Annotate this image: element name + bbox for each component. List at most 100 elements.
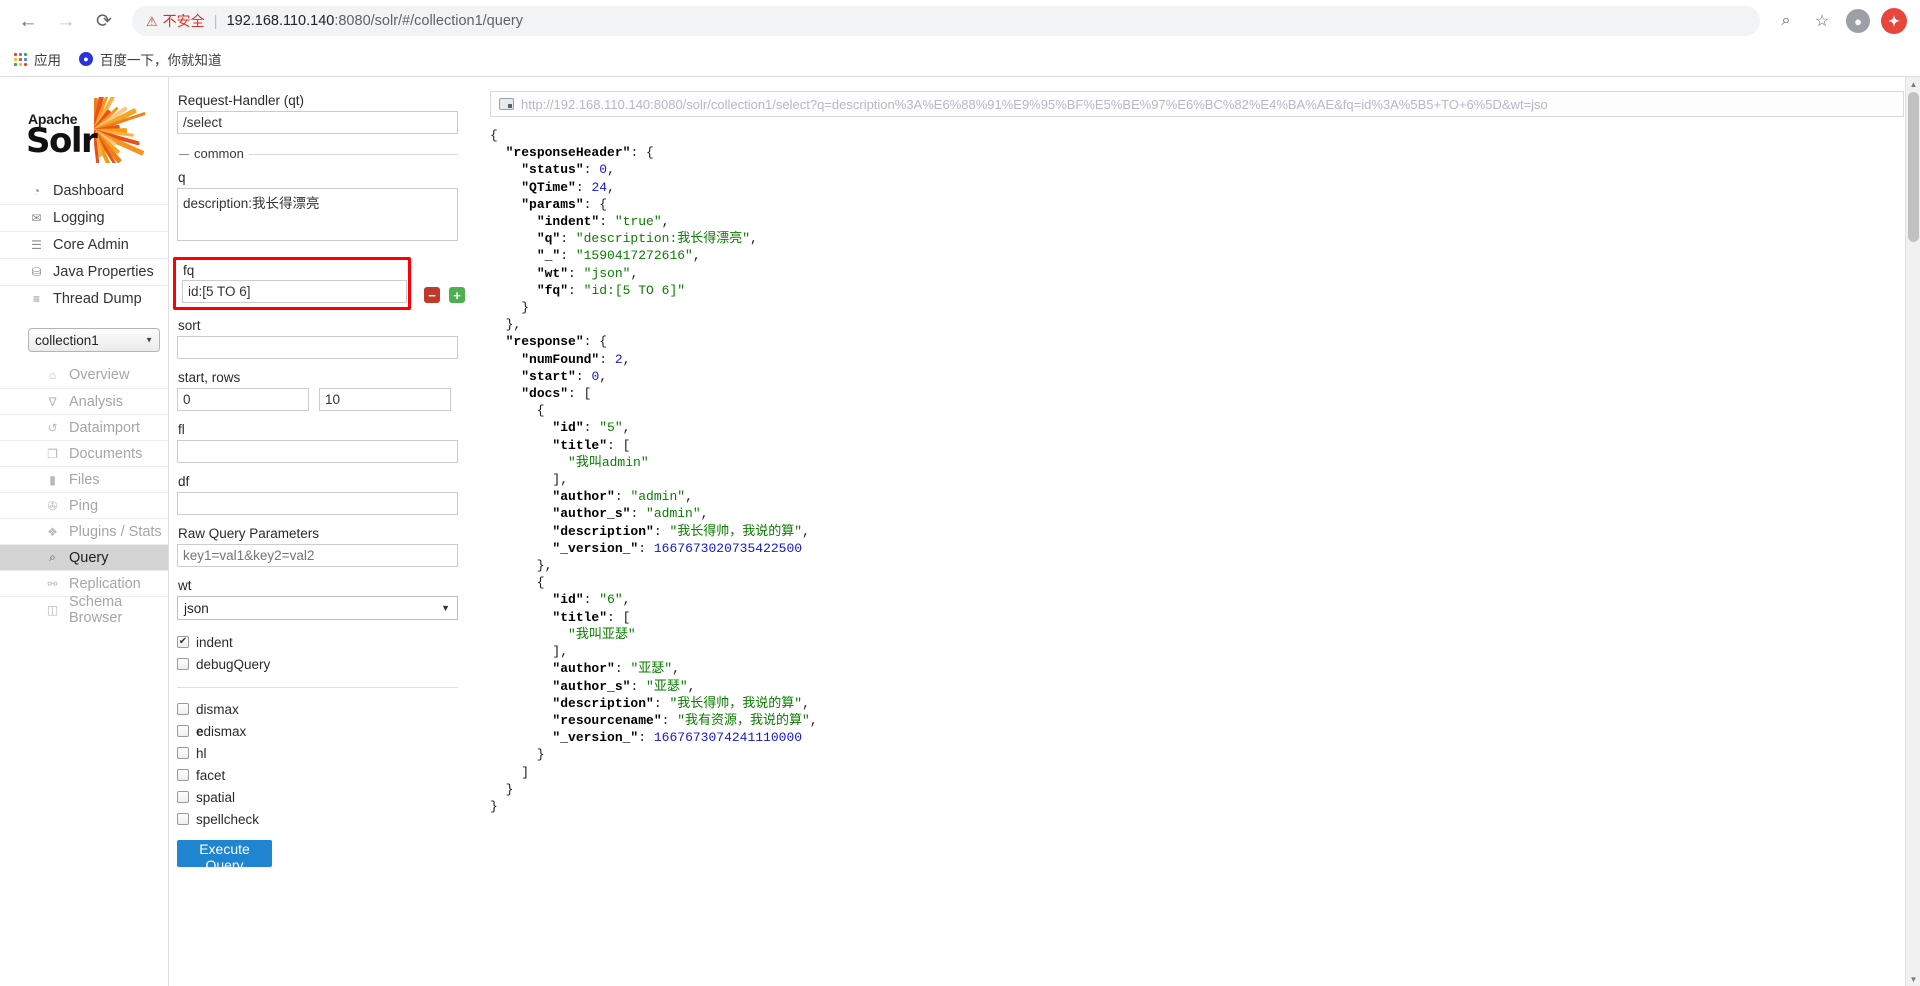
execute-query-button[interactable]: Execute Query xyxy=(177,840,272,873)
sidebar-item-files[interactable]: ▮ Files xyxy=(0,466,168,492)
sidebar-item-dataimport[interactable]: ↺ Dataimport xyxy=(0,414,168,440)
url-path: :8080/solr/#/collection1/query xyxy=(334,13,523,29)
fl-input[interactable] xyxy=(177,440,458,463)
ping-icon: ✇ xyxy=(47,498,58,513)
scroll-up-arrow[interactable]: ▲ xyxy=(1906,77,1920,92)
checkbox-facet[interactable]: facet xyxy=(177,764,458,786)
checkbox-box-icon[interactable]: ✔ xyxy=(177,636,189,648)
result-url-text: http://192.168.110.140:8080/solr/collect… xyxy=(521,96,1548,112)
checkbox-spellcheck[interactable]: spellcheck xyxy=(177,808,458,830)
wt-select[interactable]: json ▼ xyxy=(177,596,458,620)
checkbox-box-icon[interactable] xyxy=(177,725,189,737)
query-form-panel: Request-Handler (qt) — common q fq − + s… xyxy=(168,77,474,986)
page-content: Apache Solr ◔ Dashboard ✉ Logging ☰ Core Admi… xyxy=(0,76,1920,986)
collection-select[interactable]: collection1 ▼ xyxy=(28,328,160,352)
df-label: df xyxy=(178,474,190,489)
request-handler-field: Request-Handler (qt) xyxy=(177,93,458,134)
checkbox-indent[interactable]: ✔ indent xyxy=(177,631,458,653)
sidebar-item-label: Plugins / Stats xyxy=(69,523,162,540)
sort-field: sort xyxy=(177,318,458,359)
sort-input[interactable] xyxy=(177,336,458,359)
sidebar-item-query[interactable]: ⌕ Query xyxy=(0,544,168,570)
fq-remove-button[interactable]: − xyxy=(424,287,440,303)
fl-label: fl xyxy=(178,422,185,437)
fq-field-highlighted: fq − + xyxy=(173,257,465,310)
scroll-thumb[interactable] xyxy=(1908,92,1919,242)
request-handler-input[interactable] xyxy=(177,111,458,134)
solr-logo[interactable]: Apache Solr xyxy=(18,95,168,171)
df-input[interactable] xyxy=(177,492,458,515)
browser-toolbar: ← → ⟳ ⚠ 不安全 | 192.168.110.140:8080/solr/… xyxy=(0,0,1920,42)
sidebar-item-replication[interactable]: ⚯ Replication xyxy=(0,570,168,596)
sidebar-item-label: Dataimport xyxy=(69,419,140,436)
solr-sidebar: Apache Solr ◔ Dashboard ✉ Logging ☰ Core Admi… xyxy=(0,77,168,986)
address-bar[interactable]: ⚠ 不安全 | 192.168.110.140:8080/solr/#/coll… xyxy=(132,6,1760,36)
documents-icon: ❐ xyxy=(47,446,58,461)
sort-label: sort xyxy=(178,318,201,333)
checkbox-dismax[interactable]: dismax xyxy=(177,698,458,720)
back-button[interactable]: ← xyxy=(10,3,46,39)
result-url-bar[interactable]: http://192.168.110.140:8080/solr/collect… xyxy=(490,91,1904,117)
rows-input[interactable] xyxy=(319,388,451,411)
sidebar-item-schema-browser[interactable]: ◫ Schema Browser xyxy=(0,594,168,626)
checkbox-box-icon[interactable] xyxy=(177,813,189,825)
checkbox-box-icon[interactable] xyxy=(177,747,189,759)
reload-button[interactable]: ⟳ xyxy=(86,3,122,39)
sidebar-item-plugins-stats[interactable]: ❖ Plugins / Stats xyxy=(0,518,168,544)
sidebar-item-dashboard[interactable]: ◔ Dashboard xyxy=(0,177,168,204)
checkbox-label: debugQuery xyxy=(196,656,271,672)
checkbox-box-icon[interactable] xyxy=(177,769,189,781)
forward-button[interactable]: → xyxy=(48,3,84,39)
fq-input[interactable] xyxy=(182,280,407,303)
sidebar-item-documents[interactable]: ❐ Documents xyxy=(0,440,168,466)
fq-label: fq xyxy=(183,263,195,278)
checkbox-debugquery[interactable]: debugQuery xyxy=(177,653,458,675)
sidebar-item-label: Core Admin xyxy=(53,237,129,253)
browser-chrome: ← → ⟳ ⚠ 不安全 | 192.168.110.140:8080/solr/… xyxy=(0,0,1920,76)
sidebar-item-analysis[interactable]: ∇ Analysis xyxy=(0,388,168,414)
chevron-down-icon: ▼ xyxy=(145,335,153,345)
sidebar-top-nav: ◔ Dashboard ✉ Logging ☰ Core Admin ⛁ Java Prope… xyxy=(0,177,168,312)
checkbox-label: spellcheck xyxy=(196,811,260,827)
page-scrollbar[interactable]: ▲ ▼ xyxy=(1905,77,1920,986)
apps-grid-icon xyxy=(14,52,27,66)
sidebar-item-ping[interactable]: ✇ Ping xyxy=(0,492,168,518)
bookmarks-bar: 应用 ● 百度一下，你就知道 xyxy=(0,42,1920,76)
fq-add-button[interactable]: + xyxy=(449,287,465,303)
sidebar-item-core-admin[interactable]: ☰ Core Admin xyxy=(0,231,168,258)
bookmark-baidu[interactable]: ● 百度一下，你就知道 xyxy=(79,49,222,69)
zoom-search-icon[interactable]: ⌕ xyxy=(1770,5,1802,37)
fl-field: fl xyxy=(177,422,458,463)
analysis-icon: ∇ xyxy=(48,394,57,409)
common-fieldset-legend: — common xyxy=(177,146,458,161)
bookmark-star-icon[interactable]: ☆ xyxy=(1806,5,1838,37)
solr-sunburst-icon xyxy=(94,97,166,163)
sidebar-item-label: Query xyxy=(69,549,109,566)
q-label: q xyxy=(178,170,186,185)
sidebar-item-logging[interactable]: ✉ Logging xyxy=(0,204,168,231)
extension-icon[interactable]: ✦ xyxy=(1878,5,1910,37)
profile-avatar[interactable]: ● xyxy=(1842,5,1874,37)
checkbox-box-icon[interactable] xyxy=(177,703,189,715)
sidebar-item-label: Thread Dump xyxy=(53,291,142,307)
sidebar-item-overview[interactable]: ⌂ Overview xyxy=(0,362,168,388)
external-link-icon xyxy=(499,98,514,110)
secondary-checkbox-group: dismax edismax hl facet spatial spellcheck xyxy=(177,698,458,830)
start-input[interactable] xyxy=(177,388,309,411)
checkbox-hl[interactable]: hl xyxy=(177,742,458,764)
java-properties-icon: ⛁ xyxy=(31,265,42,279)
raw-query-params-input[interactable] xyxy=(177,544,458,567)
sidebar-item-thread-dump[interactable]: ≡ Thread Dump xyxy=(0,285,168,312)
chrome-action-icons: ⌕ ☆ ● ✦ xyxy=(1770,5,1910,37)
checkbox-box-icon[interactable] xyxy=(177,658,189,670)
bookmark-apps[interactable]: 应用 xyxy=(14,49,61,69)
wt-label: wt xyxy=(178,578,192,593)
checkbox-spatial[interactable]: spatial xyxy=(177,786,458,808)
df-field: df xyxy=(177,474,458,515)
checkbox-box-icon[interactable] xyxy=(177,791,189,803)
q-input[interactable] xyxy=(177,188,458,241)
checkbox-edismax[interactable]: edismax xyxy=(177,720,458,742)
scroll-down-arrow[interactable]: ▼ xyxy=(1906,972,1920,986)
insecure-label: 不安全 xyxy=(162,13,205,29)
sidebar-item-java-properties[interactable]: ⛁ Java Properties xyxy=(0,258,168,285)
